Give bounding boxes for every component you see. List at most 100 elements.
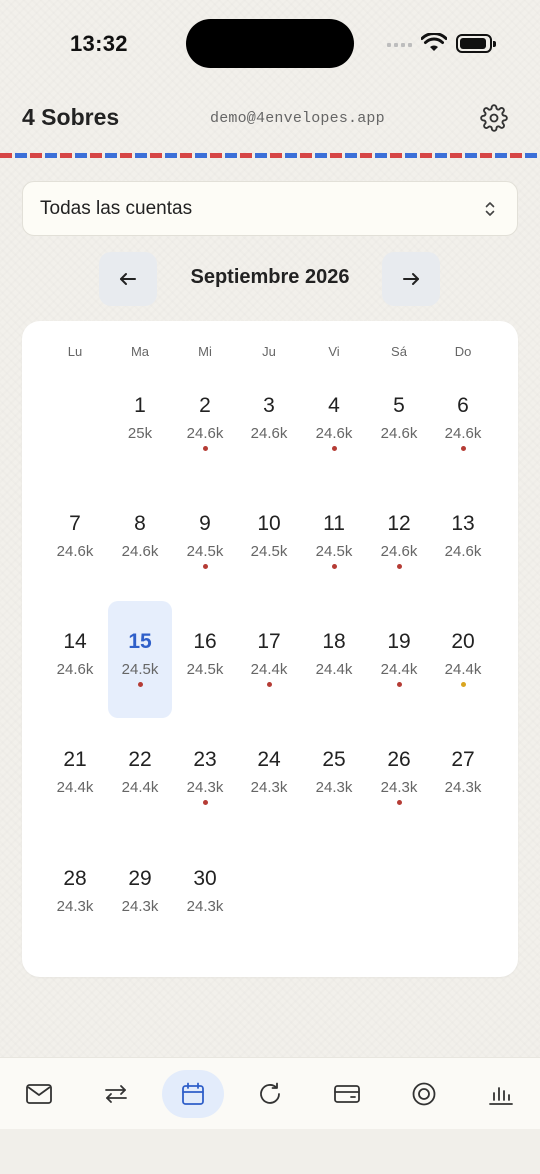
day-number: 7 [69, 512, 81, 535]
user-email: demo@4envelopes.app [210, 110, 385, 127]
day-number: 6 [457, 394, 469, 417]
weekday-label: Sá [391, 344, 407, 359]
day-balance: 24.6k [56, 661, 94, 678]
transaction-dot-indicator [397, 682, 402, 687]
weekday-label: Ju [262, 344, 276, 359]
calendar-day-cell[interactable]: 6 24.6k [431, 365, 495, 482]
day-number: 26 [387, 748, 411, 771]
calendar-day-cell[interactable]: 3 24.6k [237, 365, 301, 482]
day-balance: 24.5k [250, 543, 288, 560]
day-balance: 24.3k [250, 779, 288, 796]
calendar-day-cell[interactable]: 5 24.6k [367, 365, 431, 482]
calendar-day-cell[interactable]: 11 24.5k [302, 483, 366, 600]
day-number: 15 [128, 630, 152, 653]
day-balance: 24.5k [186, 543, 224, 560]
day-balance: 24.4k [56, 779, 94, 796]
day-balance: 24.6k [56, 543, 94, 560]
calendar-icon [180, 1081, 206, 1107]
calendar-day-cell[interactable]: 8 24.6k [108, 483, 172, 600]
calendar-day-cell[interactable]: 18 24.4k [302, 601, 366, 718]
day-number: 9 [199, 512, 211, 535]
calendar-day-cell[interactable]: 17 24.4k [237, 601, 301, 718]
day-number: 29 [128, 867, 152, 890]
day-balance: 24.6k [444, 425, 482, 442]
calendar-day-cell[interactable]: 25 24.3k [302, 719, 366, 836]
calendar-day-cell[interactable]: 21 24.4k [43, 719, 107, 836]
day-number: 2 [199, 394, 211, 417]
tab-calendar[interactable] [162, 1070, 224, 1118]
day-number: 27 [451, 748, 475, 771]
calendar-day-cell[interactable]: 9 24.5k [173, 483, 237, 600]
day-balance: 24.6k [186, 425, 224, 442]
calendar-day-cell[interactable]: 2 24.6k [173, 365, 237, 482]
transaction-dot-indicator [332, 564, 337, 569]
day-balance: 24.3k [186, 779, 224, 796]
day-number: 16 [193, 630, 217, 653]
day-balance: 24.6k [444, 543, 482, 560]
calendar-day-cell[interactable]: 30 24.3k [173, 837, 237, 954]
calendar-day-cell[interactable]: 26 24.3k [367, 719, 431, 836]
calendar-day-cell[interactable]: 13 24.6k [431, 483, 495, 600]
settings-gear-icon[interactable] [480, 104, 508, 132]
bar-chart-icon [488, 1082, 514, 1106]
calendar-day-cell[interactable]: 29 24.3k [108, 837, 172, 954]
target-icon [411, 1081, 437, 1107]
day-balance: 24.6k [250, 425, 288, 442]
transaction-dot-indicator [461, 446, 466, 451]
tab-bar-chart[interactable] [470, 1070, 532, 1118]
day-balance: 24.3k [186, 898, 224, 915]
calendar-day-cell[interactable]: 4 24.6k [302, 365, 366, 482]
day-number: 30 [193, 867, 217, 890]
day-number: 3 [263, 394, 275, 417]
calendar-day-cell[interactable]: 23 24.3k [173, 719, 237, 836]
day-balance: 24.6k [315, 425, 353, 442]
day-number: 12 [387, 512, 411, 535]
calendar-day-cell[interactable]: 16 24.5k [173, 601, 237, 718]
calendar-day-cell[interactable]: 7 24.6k [43, 483, 107, 600]
calendar-day-cell[interactable]: 10 24.5k [237, 483, 301, 600]
calendar-day-cell[interactable]: 14 24.6k [43, 601, 107, 718]
previous-month-button[interactable] [99, 252, 157, 306]
calendar-day-cell[interactable]: 20 24.4k [431, 601, 495, 718]
tab-envelope[interactable] [8, 1070, 70, 1118]
card-icon [333, 1083, 361, 1105]
day-balance: 24.4k [250, 661, 288, 678]
calendar-day-cell[interactable]: 15 24.5k [108, 601, 172, 718]
day-balance: 24.3k [380, 779, 418, 796]
day-number: 20 [451, 630, 475, 653]
envelope-icon [25, 1083, 53, 1105]
transaction-dot-indicator [332, 446, 337, 451]
dynamic-island [186, 19, 354, 68]
day-number: 18 [322, 630, 346, 653]
tab-target[interactable] [393, 1070, 455, 1118]
calendar-day-cell[interactable]: 19 24.4k [367, 601, 431, 718]
calendar-day-cell[interactable]: 24 24.3k [237, 719, 301, 836]
day-balance: 24.6k [121, 543, 159, 560]
day-balance: 24.6k [380, 543, 418, 560]
arrow-right-icon [403, 273, 419, 285]
calendar-day-cell[interactable]: 12 24.6k [367, 483, 431, 600]
weekday-label: Lu [67, 344, 83, 359]
day-number: 13 [451, 512, 475, 535]
day-balance: 24.3k [56, 898, 94, 915]
day-number: 23 [193, 748, 217, 771]
day-balance: 24.5k [121, 661, 159, 678]
next-month-button[interactable] [382, 252, 440, 306]
bottom-navigation [0, 1057, 540, 1129]
arrow-left-icon [120, 273, 136, 285]
day-number: 19 [387, 630, 411, 653]
calendar-day-cell[interactable]: 27 24.3k [431, 719, 495, 836]
tab-transfer[interactable] [85, 1070, 147, 1118]
day-balance: 24.4k [315, 661, 353, 678]
day-number: 4 [328, 394, 340, 417]
weekday-label: Vi [328, 344, 340, 359]
tab-card[interactable] [316, 1070, 378, 1118]
account-selector[interactable]: Todas las cuentas [22, 181, 518, 236]
calendar-day-cell[interactable]: 22 24.4k [108, 719, 172, 836]
calendar-day-cell[interactable]: 1 25k [108, 365, 172, 482]
day-balance: 24.6k [380, 425, 418, 442]
calendar-day-cell[interactable]: 28 24.3k [43, 837, 107, 954]
tab-refresh[interactable] [239, 1070, 301, 1118]
transaction-dot-indicator [203, 446, 208, 451]
day-balance: 24.4k [121, 779, 159, 796]
